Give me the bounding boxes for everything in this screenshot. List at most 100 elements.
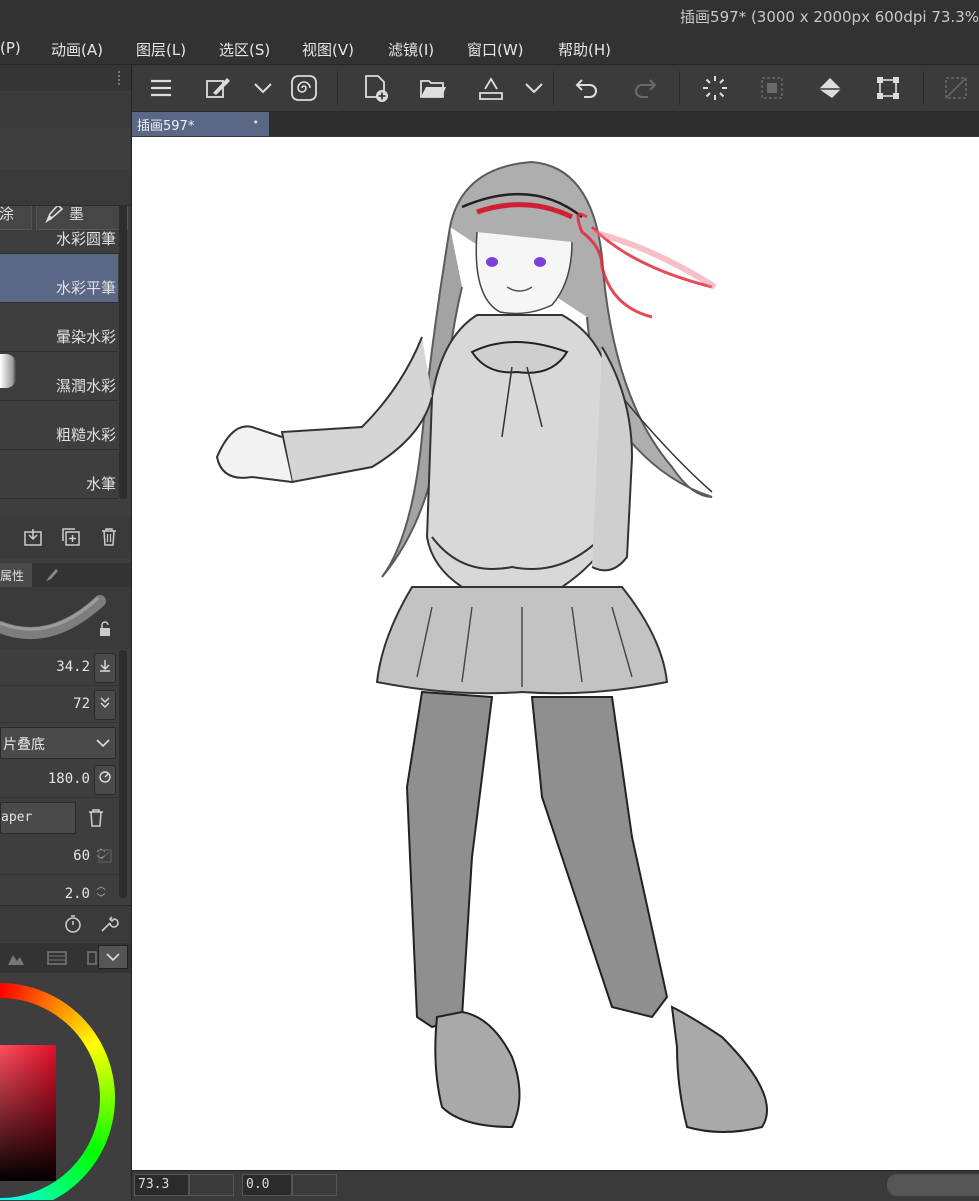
- chevron-down-icon[interactable]: [248, 73, 278, 103]
- menu-item-filter[interactable]: 滤镜(I): [388, 39, 434, 60]
- brush-edit-icon[interactable]: [203, 73, 233, 103]
- blend-mode-select[interactable]: 片叠底: [0, 727, 116, 759]
- stopwatch-icon[interactable]: [62, 913, 84, 935]
- blend-mode-value: 片叠底: [3, 737, 45, 753]
- menu-icon[interactable]: [146, 73, 176, 103]
- menu-item-window[interactable]: 窗口(W): [467, 39, 524, 60]
- brush-list-scrollbar[interactable]: [119, 205, 127, 499]
- status-bar: 73.3 0.0: [132, 1170, 979, 1201]
- chevron-down-icon[interactable]: [519, 73, 549, 103]
- torso: [425, 314, 613, 588]
- tool-property-tab[interactable]: 属性: [0, 563, 32, 587]
- saturation-value-square[interactable]: [0, 1045, 56, 1181]
- brush-actions: [0, 517, 131, 559]
- toolbar-separator: [679, 71, 680, 105]
- brush-item-label: 濕潤水彩: [55, 377, 116, 395]
- brush-item[interactable]: 暈染水彩: [0, 303, 118, 352]
- toolbar-separator: [337, 71, 338, 105]
- save-icon[interactable]: [476, 73, 506, 103]
- film-icon[interactable]: [46, 949, 68, 967]
- zoom-slider[interactable]: [189, 1174, 234, 1196]
- rotation-field[interactable]: 0.0: [242, 1174, 292, 1196]
- brush-item[interactable]: 粗糙水彩: [0, 401, 118, 450]
- toolbar-separator: [553, 71, 554, 105]
- face: [475, 231, 573, 315]
- skirt: [375, 586, 669, 695]
- brush-item[interactable]: 水彩圆筆: [0, 205, 118, 254]
- duplicate-icon[interactable]: [60, 526, 82, 548]
- tool-property-scrollbar[interactable]: [119, 650, 127, 898]
- deselect-icon[interactable]: [941, 73, 971, 103]
- angle-value: 180.0: [47, 771, 90, 787]
- document-tab-title: 插画597*: [137, 119, 195, 134]
- document-tabbar: 插画597* •: [132, 112, 979, 136]
- horizontal-scrollbar[interactable]: [887, 1174, 979, 1196]
- window-title: 插画597* (3000 x 2000px 600dpi 73.3%: [680, 8, 979, 26]
- zoom-value: 73.3: [138, 1177, 170, 1192]
- no-entry-icon[interactable]: [98, 849, 112, 863]
- unsaved-indicator: •: [252, 116, 260, 129]
- color-panel-tabbar: [0, 943, 131, 973]
- double-chevron-down-icon: [100, 697, 110, 708]
- menu-item-animation[interactable]: 动画(A): [51, 39, 103, 60]
- loading-icon[interactable]: [700, 73, 730, 103]
- panel-menu-button[interactable]: [98, 945, 128, 969]
- brush-settings-icon[interactable]: [43, 566, 61, 584]
- texture-select[interactable]: aper: [0, 802, 76, 834]
- menu-item-layer[interactable]: 图层(L): [136, 39, 186, 60]
- trash-icon[interactable]: [98, 526, 120, 548]
- brush-stroke-preview: [0, 354, 16, 388]
- left-arm: [215, 336, 433, 484]
- trash-icon[interactable]: [86, 807, 106, 829]
- brush-item[interactable]: 水筆: [0, 450, 118, 499]
- menu-item-selection[interactable]: 选区(S): [219, 39, 270, 60]
- opacity-value: 72: [73, 696, 90, 712]
- brush-size-value: 34.2: [56, 659, 90, 675]
- undo-icon[interactable]: [572, 73, 602, 103]
- download-icon[interactable]: [22, 526, 44, 548]
- brush-list-header: [0, 169, 131, 206]
- brush-item-label: 水彩圆筆: [55, 230, 116, 248]
- lock-icon[interactable]: [98, 621, 112, 637]
- menu-item-p[interactable]: (P): [0, 39, 21, 57]
- brush-item-label: 水筆: [85, 475, 116, 493]
- opacity-pressure-button[interactable]: [94, 690, 116, 720]
- angle-direction-button[interactable]: [94, 765, 116, 795]
- brush-item[interactable]: 濕潤水彩: [0, 352, 118, 401]
- rotation-slider[interactable]: [292, 1174, 337, 1196]
- last-spinner[interactable]: ︿ ﹀: [94, 881, 108, 907]
- document-tab[interactable]: 插画597* •: [132, 112, 269, 136]
- drawing-canvas[interactable]: [132, 137, 979, 1170]
- select-all-icon[interactable]: [757, 73, 787, 103]
- spiral-icon[interactable]: [289, 73, 319, 103]
- color-history-icon[interactable]: [86, 949, 98, 967]
- tool-property-footer: [0, 905, 131, 942]
- open-folder-icon[interactable]: [418, 73, 448, 103]
- new-file-icon[interactable]: [361, 73, 391, 103]
- panel-grip[interactable]: [118, 71, 126, 85]
- menu-item-view[interactable]: 视图(V): [302, 39, 354, 60]
- fill-icon[interactable]: [815, 73, 845, 103]
- redo-icon[interactable]: [630, 73, 660, 103]
- wrench-icon[interactable]: [98, 913, 120, 935]
- shoes: [434, 1005, 768, 1133]
- brush-item-label: 暈染水彩: [55, 328, 116, 346]
- menu-bar: (P) 动画(A) 图层(L) 选区(S) 视图(V) 滤镜(I) 窗口(W) …: [0, 34, 979, 65]
- rotation-value: 0.0: [246, 1177, 270, 1192]
- panel-header: [0, 65, 131, 91]
- chevron-down-icon: [106, 953, 120, 962]
- command-bar: [132, 65, 979, 112]
- left-panel: 涂 墨 水彩圆筆 水彩平筆 暈染水彩 濕潤水彩 粗糙水彩 水筆 属性 34.2 …: [0, 65, 132, 1200]
- panel-subheader: [0, 92, 131, 128]
- chevron-down-icon: [96, 739, 110, 748]
- brush-item-selected[interactable]: 水彩平筆: [0, 254, 118, 303]
- pressure-down-icon: [100, 660, 110, 672]
- menu-item-help[interactable]: 帮助(H): [558, 39, 611, 60]
- brush-preview: [0, 587, 131, 649]
- color-set-icon[interactable]: [6, 949, 26, 967]
- pressure-button[interactable]: [94, 653, 116, 683]
- tool-property-tab-label: 属性: [0, 569, 25, 583]
- zoom-field[interactable]: 73.3: [134, 1174, 189, 1196]
- transform-icon[interactable]: [873, 73, 903, 103]
- color-wheel-panel[interactable]: [0, 973, 131, 1200]
